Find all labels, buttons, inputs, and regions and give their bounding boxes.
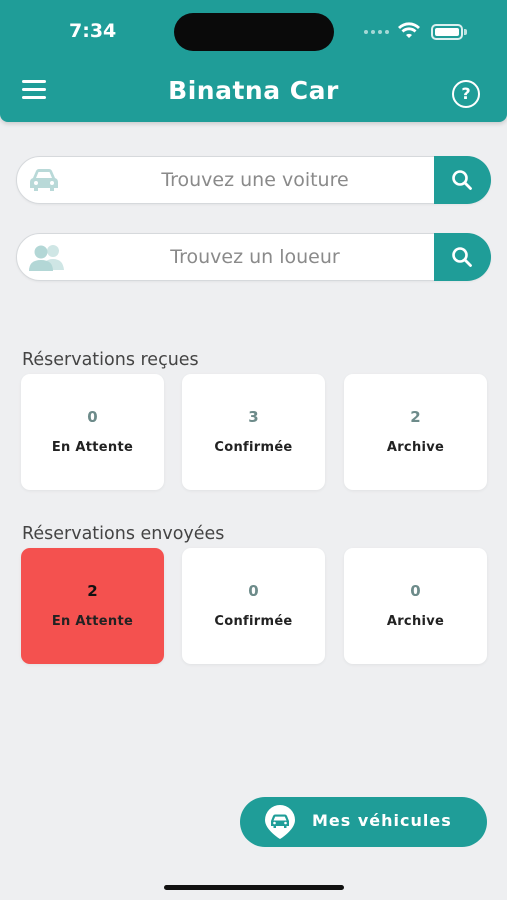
status-time: 7:34 [69,20,117,42]
help-icon: ? [461,84,471,103]
dynamic-island [174,13,334,51]
sent-archive-label: Archive [386,614,445,629]
search-icon [452,170,472,190]
status-icons [364,22,474,42]
received-pending-card[interactable]: 0 En Attente [21,374,164,490]
received-pending-count: 0 [87,408,98,426]
wifi-icon [398,22,420,38]
received-archive-card[interactable]: 2 Archive [344,374,487,490]
received-archive-count: 2 [410,408,421,426]
search-car-input[interactable] [77,161,433,199]
received-archive-label: Archive [386,440,445,455]
search-icon [452,247,472,267]
sent-archive-count: 0 [410,582,421,600]
search-car-bar [16,156,491,204]
sent-confirmed-count: 0 [248,582,259,600]
app-header: 7:34 Binatna Car ? [0,0,507,122]
received-confirmed-card[interactable]: 3 Confirmée [182,374,325,490]
search-renter-button[interactable] [434,233,491,281]
sent-pending-card[interactable]: 2 En Attente [21,548,164,664]
signal-icon [364,30,389,34]
search-car-button[interactable] [434,156,491,204]
sent-pending-count: 2 [87,582,98,600]
search-renter-input[interactable] [77,238,433,276]
battery-icon [431,24,463,40]
vehicle-pin-icon [265,805,295,839]
my-vehicles-label: Mes véhicules [312,811,452,830]
sent-confirmed-label: Confirmée [214,614,293,629]
received-section-title: Réservations reçues [22,350,199,370]
search-renter-bar [16,233,491,281]
home-indicator [164,885,344,890]
sent-section-title: Réservations envoyées [22,524,225,544]
sent-confirmed-card[interactable]: 0 Confirmée [182,548,325,664]
received-confirmed-label: Confirmée [214,440,293,455]
car-icon [30,169,58,191]
received-confirmed-count: 3 [248,408,259,426]
sent-archive-card[interactable]: 0 Archive [344,548,487,664]
my-vehicles-button[interactable]: Mes véhicules [240,797,487,847]
users-icon [29,245,64,271]
app-title: Binatna Car [168,76,339,105]
received-pending-label: En Attente [51,440,134,455]
help-button[interactable]: ? [452,80,480,108]
sent-pending-label: En Attente [51,614,134,629]
battery-tip [464,29,467,35]
